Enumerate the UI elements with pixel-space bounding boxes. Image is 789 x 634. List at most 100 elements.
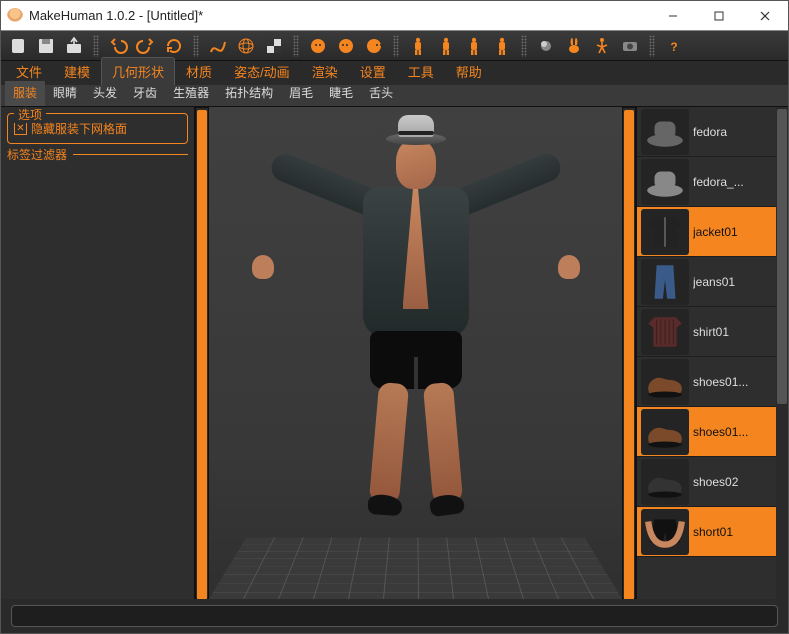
asset-item-short01[interactable]: short01 xyxy=(637,507,776,557)
asset-label: shirt01 xyxy=(693,325,772,339)
leg-right xyxy=(422,382,462,504)
sub-tab-3[interactable]: 牙齿 xyxy=(125,81,165,106)
viewport-right-scrollbar[interactable] xyxy=(622,107,636,599)
sub-tab-bar: 服装眼睛头发牙齿生殖器拓扑结构眉毛睫毛舌头 xyxy=(1,85,788,107)
asset-label: jacket01 xyxy=(693,225,772,239)
viewport-left-scrollbar[interactable] xyxy=(195,107,209,599)
scrollbar-thumb[interactable] xyxy=(624,110,634,599)
menu-tab-7[interactable]: 工具 xyxy=(397,57,445,85)
toolbar-divider xyxy=(393,35,399,57)
head-left-icon[interactable] xyxy=(333,34,359,58)
workspace: 选项 ✕ 隐藏服装下网格面 标签过滤器 xyxy=(1,107,788,599)
asset-item-shoes02[interactable]: shoes02 xyxy=(637,457,776,507)
window-title: MakeHuman 1.0.2 - [Untitled]* xyxy=(29,8,650,23)
checker-icon[interactable] xyxy=(261,34,287,58)
titlebar[interactable]: MakeHuman 1.0.2 - [Untitled]* xyxy=(1,1,788,31)
asset-thumb-icon xyxy=(641,309,689,355)
asset-panel: fedora fedora_... jacket01 jeans01 shirt01 sh… xyxy=(636,107,788,599)
minimize-button[interactable] xyxy=(650,1,696,30)
asset-thumb-icon xyxy=(641,259,689,305)
toolbar-divider xyxy=(649,35,655,57)
toolbar-divider xyxy=(193,35,199,57)
content-area: ? 文件建模几何形状材质姿态/动画渲染设置工具帮助 服装眼睛头发牙齿生殖器拓扑结… xyxy=(1,31,788,633)
asset-item-jacket01[interactable]: jacket01 xyxy=(637,207,776,257)
body-back-icon[interactable] xyxy=(461,34,487,58)
hide-mesh-checkbox[interactable]: ✕ xyxy=(14,122,27,135)
asset-item-shoes01...[interactable]: shoes01... xyxy=(637,357,776,407)
left-panel: 选项 ✕ 隐藏服装下网格面 标签过滤器 xyxy=(1,107,195,599)
fedora-hat xyxy=(386,115,446,147)
asset-scrollbar[interactable] xyxy=(776,107,788,599)
asset-item-shoes01...[interactable]: shoes01... xyxy=(637,407,776,457)
sub-tab-5[interactable]: 拓扑结构 xyxy=(217,81,281,106)
head-front-icon[interactable] xyxy=(305,34,331,58)
refresh-icon[interactable] xyxy=(161,34,187,58)
head-right-icon[interactable] xyxy=(361,34,387,58)
asset-item-fedora_...[interactable]: fedora_... xyxy=(637,157,776,207)
lighting-icon[interactable] xyxy=(533,34,559,58)
asset-list: fedora fedora_... jacket01 jeans01 shirt01 sh… xyxy=(637,107,776,599)
svg-text:?: ? xyxy=(670,40,677,54)
toolbar-divider xyxy=(93,35,99,57)
options-group: 选项 ✕ 隐藏服装下网格面 xyxy=(7,113,188,144)
shorts xyxy=(370,331,462,389)
sub-tab-0[interactable]: 服装 xyxy=(5,81,45,106)
asset-label: fedora xyxy=(693,125,772,139)
3d-viewport[interactable] xyxy=(209,107,622,599)
asset-item-jeans01[interactable]: jeans01 xyxy=(637,257,776,307)
viewport-container xyxy=(195,107,636,599)
human-figure xyxy=(256,115,576,525)
wireframe-icon[interactable] xyxy=(233,34,259,58)
save-icon[interactable] xyxy=(33,34,59,58)
toolbar-divider xyxy=(293,35,299,57)
asset-thumb-icon xyxy=(641,159,689,205)
app-window: MakeHuman 1.0.2 - [Untitled]* ? 文件建模几何形状… xyxy=(0,0,789,634)
tag-filter-group: 标签过滤器 xyxy=(7,154,188,155)
asset-item-shirt01[interactable]: shirt01 xyxy=(637,307,776,357)
redo-icon[interactable] xyxy=(133,34,159,58)
undo-icon[interactable] xyxy=(105,34,131,58)
scrollbar-thumb[interactable] xyxy=(777,109,787,404)
asset-label: jeans01 xyxy=(693,275,772,289)
maximize-button[interactable] xyxy=(696,1,742,30)
asset-label: short01 xyxy=(693,525,772,539)
asset-label: shoes01... xyxy=(693,425,772,439)
sub-tab-8[interactable]: 舌头 xyxy=(361,81,401,106)
pose-curve-icon[interactable] xyxy=(205,34,231,58)
pose-icon[interactable] xyxy=(589,34,615,58)
camera-icon[interactable] xyxy=(617,34,643,58)
status-text xyxy=(11,605,778,627)
options-title: 选项 xyxy=(14,107,46,123)
export-icon[interactable] xyxy=(61,34,87,58)
scrollbar-thumb[interactable] xyxy=(197,110,207,599)
app-icon xyxy=(7,8,23,24)
status-bar xyxy=(1,599,788,633)
tag-filter-title: 标签过滤器 xyxy=(7,146,73,163)
window-buttons xyxy=(650,1,788,30)
asset-thumb-icon xyxy=(641,459,689,505)
leg-left xyxy=(368,382,408,504)
asset-thumb-icon xyxy=(641,209,689,255)
toolbar-divider xyxy=(521,35,527,57)
hand-right xyxy=(558,255,580,279)
rabbit-icon[interactable] xyxy=(561,34,587,58)
asset-thumb-icon xyxy=(641,109,689,155)
asset-label: shoes01... xyxy=(693,375,772,389)
sub-tab-6[interactable]: 眉毛 xyxy=(281,81,321,106)
sub-tab-2[interactable]: 头发 xyxy=(85,81,125,106)
body-left-icon[interactable] xyxy=(433,34,459,58)
sub-tab-7[interactable]: 睫毛 xyxy=(321,81,361,106)
asset-thumb-icon xyxy=(641,509,689,555)
new-file-icon[interactable] xyxy=(5,34,31,58)
asset-label: fedora_... xyxy=(693,175,772,189)
asset-thumb-icon xyxy=(641,359,689,405)
sub-tab-4[interactable]: 生殖器 xyxy=(165,81,217,106)
sub-tab-1[interactable]: 眼睛 xyxy=(45,81,85,106)
help-icon[interactable]: ? xyxy=(661,34,687,58)
asset-item-fedora[interactable]: fedora xyxy=(637,107,776,157)
menu-tab-8[interactable]: 帮助 xyxy=(445,57,493,85)
body-side-icon[interactable] xyxy=(489,34,515,58)
body-front-icon[interactable] xyxy=(405,34,431,58)
close-button[interactable] xyxy=(742,1,788,30)
asset-thumb-icon xyxy=(641,409,689,455)
